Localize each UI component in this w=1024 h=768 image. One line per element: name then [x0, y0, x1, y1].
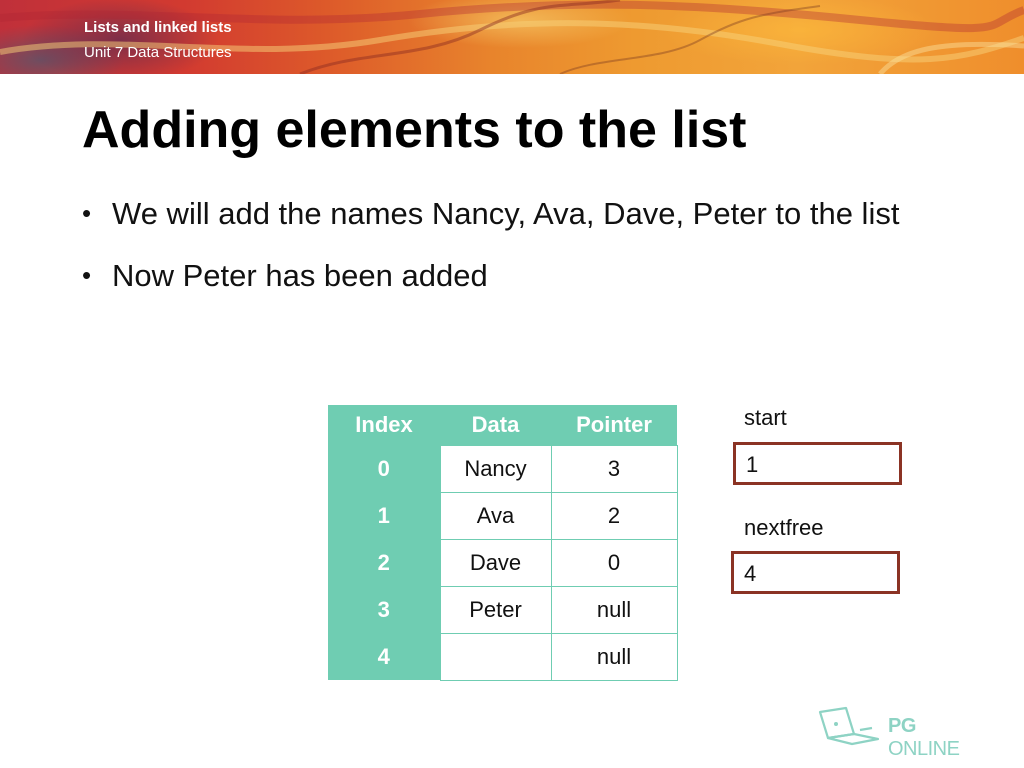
bullet-text: Now Peter has been added [112, 258, 488, 293]
nextfree-value-box: 4 [731, 551, 900, 594]
pointer-cell: 2 [550, 491, 678, 540]
bullet-item: • Now Peter has been added [82, 254, 942, 297]
data-cell: Dave [439, 538, 552, 587]
table-row: 3 Peter null [328, 585, 678, 634]
logo-wordmark: PG ONLINE [888, 715, 986, 761]
logo-wordmark-rest: ONLINE [888, 738, 960, 760]
linked-list-table: Index Data Pointer 0 Nancy 3 1 Ava 2 2 D… [328, 405, 678, 681]
column-header-data: Data [440, 405, 551, 445]
bullet-text: We will add the names Nancy, Ava, Dave, … [112, 196, 900, 231]
unit-topic-title: Lists and linked lists [84, 19, 232, 36]
data-cell: Peter [439, 585, 552, 634]
pointer-cell: null [550, 632, 678, 681]
data-cell [439, 632, 552, 681]
bullet-list: • We will add the names Nancy, Ava, Dave… [82, 192, 942, 316]
table-row: 1 Ava 2 [328, 491, 678, 540]
table-row: 4 null [328, 632, 678, 681]
nextfree-label: nextfree [744, 515, 824, 540]
index-cell: 2 [328, 539, 440, 586]
unit-subtitle: Unit 7 Data Structures [84, 44, 232, 61]
start-value-box: 1 [733, 442, 902, 485]
data-cell: Ava [439, 491, 552, 540]
pg-online-logo: PG ONLINE [816, 706, 986, 760]
bullet-dot: • [82, 198, 92, 228]
banner-artwork [0, 0, 1024, 74]
nextfree-value: 4 [744, 561, 757, 586]
bullet-item: • We will add the names Nancy, Ava, Dave… [82, 192, 942, 235]
column-header-pointer: Pointer [551, 405, 677, 445]
bullet-dot: • [82, 260, 92, 290]
logo-wordmark-bold: PG [888, 715, 916, 737]
table-row: 2 Dave 0 [328, 538, 678, 587]
slide-title: Adding elements to the list [82, 101, 747, 159]
index-cell: 0 [328, 445, 440, 492]
pointer-cell: 0 [550, 538, 678, 587]
index-cell: 4 [328, 633, 440, 680]
start-label: start [744, 405, 787, 430]
laptop-icon [818, 706, 880, 746]
index-cell: 1 [328, 492, 440, 539]
index-cell: 3 [328, 586, 440, 633]
column-header-index: Index [328, 405, 440, 445]
header-banner: Lists and linked lists Unit 7 Data Struc… [0, 0, 1024, 74]
start-value: 1 [746, 452, 759, 477]
data-cell: Nancy [439, 444, 552, 493]
pointer-cell: null [550, 585, 678, 634]
table-row: 0 Nancy 3 [328, 444, 678, 493]
pointer-cell: 3 [550, 444, 678, 493]
table-header-row: Index Data Pointer [328, 405, 677, 445]
